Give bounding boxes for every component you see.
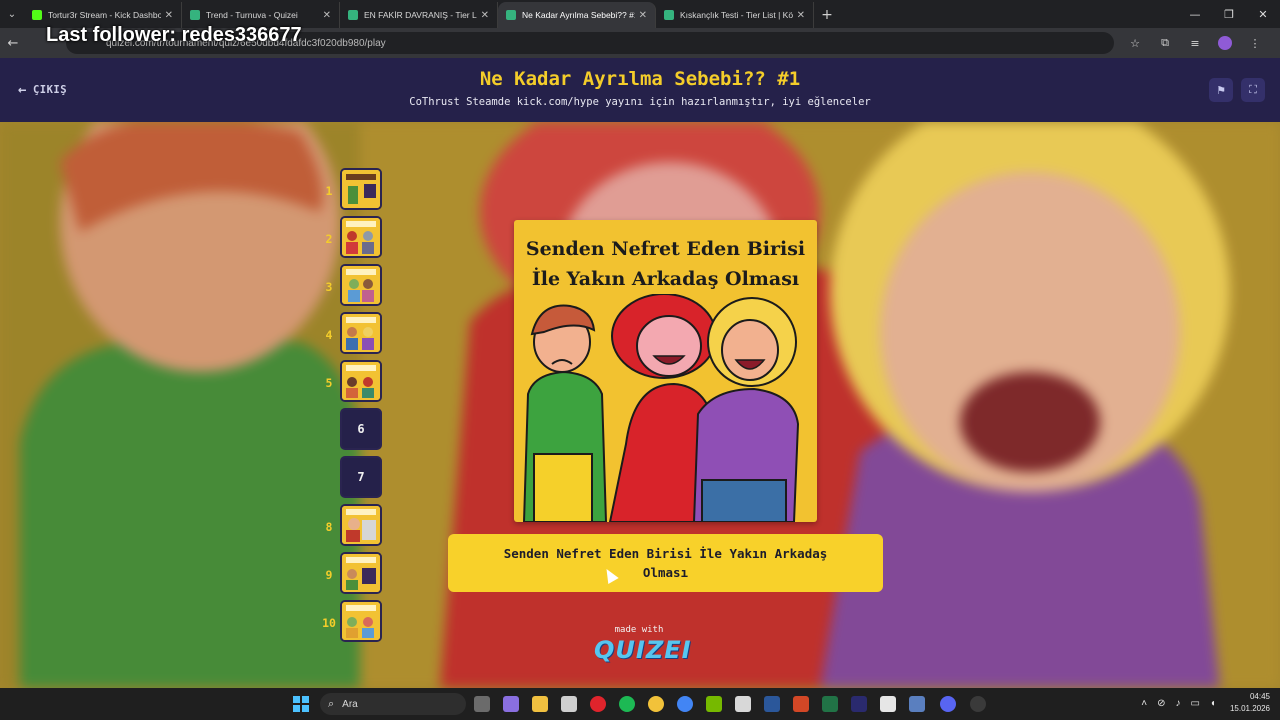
clock-date: 15.01.2026 — [1229, 704, 1270, 713]
quiz-page: ← ÇIKIŞ Ne Kadar Ayrılma Sebebi?? #1 CoT… — [0, 58, 1280, 688]
quizei-favicon-icon — [348, 10, 358, 20]
capcut-icon[interactable] — [880, 696, 896, 712]
spotify-icon[interactable] — [619, 696, 635, 712]
word-icon[interactable] — [764, 696, 780, 712]
discord-icon[interactable] — [940, 696, 956, 712]
display-icon[interactable]: ▭ — [1190, 698, 1199, 709]
chevron-up-icon[interactable]: ˄ — [1141, 698, 1147, 709]
volume-icon[interactable]: ◖ — [1210, 698, 1216, 709]
ladder-thumbnail[interactable] — [340, 168, 382, 210]
extensions-icon[interactable]: ⧉ — [1150, 31, 1180, 55]
search-placeholder: Ara — [342, 698, 358, 710]
app-icon[interactable] — [909, 696, 925, 712]
ladder-empty-slot[interactable]: 6 — [340, 408, 382, 450]
quizei-favicon-icon — [664, 10, 674, 20]
rank-number: 1 — [325, 184, 333, 198]
premiere-icon[interactable] — [851, 696, 867, 712]
card-image-title: Senden Nefret Eden Birisi İle Yakın Arka… — [525, 238, 806, 290]
close-icon[interactable]: ✕ — [323, 10, 331, 21]
close-icon[interactable]: ✕ — [797, 10, 805, 21]
quizei-favicon-icon — [190, 10, 200, 20]
fullscreen-button[interactable]: ⛶ — [1241, 78, 1265, 102]
browser-tab-4[interactable]: Kıskançlık Testi - Tier List | Kör ✕ — [656, 2, 814, 28]
rank-number: 8 — [325, 520, 333, 534]
kick-icon — [32, 10, 42, 20]
quiz-subtitle: CoThrust Steamde kick.com/hype yayını iç… — [409, 96, 871, 108]
opera-icon[interactable] — [590, 696, 606, 712]
close-icon[interactable]: ✕ — [481, 10, 489, 21]
taskbar-clock[interactable]: 04:45 15.01.2026 — [1230, 691, 1270, 715]
close-icon[interactable]: ✕ — [165, 10, 173, 21]
ladder-thumbnail[interactable] — [340, 600, 382, 642]
system-tray: ˄ ⊘ ♪ ▭ ◖ 04:45 15.01.2026 — [1141, 691, 1270, 715]
rank-number: 3 — [325, 280, 333, 294]
back-arrow-icon[interactable]: ← — [0, 30, 26, 56]
ladder-thumbnail[interactable] — [340, 552, 382, 594]
new-tab-button[interactable]: + — [814, 2, 840, 28]
question-card-image[interactable]: Senden Nefret Eden Birisi İle Yakın Arka… — [514, 220, 817, 522]
ladder-thumbnail[interactable] — [340, 312, 382, 354]
rank-number: 2 — [325, 232, 333, 246]
report-flag-button[interactable]: ⚑ — [1209, 78, 1233, 102]
tab-search-button[interactable]: ⌄ — [0, 0, 24, 28]
network-icon[interactable]: ⊘ — [1157, 698, 1165, 709]
tab-title: Trend - Turnuva - Quizei — [206, 10, 298, 20]
game-stage: 1 2 3 4 5 6 7 8 9 10 Senden Nefret Eden … — [0, 122, 1280, 688]
stream-follower-overlay: Last follower: redes336677 — [46, 24, 302, 46]
store-icon[interactable] — [561, 696, 577, 712]
chrome-profile-icon[interactable] — [677, 696, 693, 712]
tab-title: Ne Kadar Ayrılma Sebebi?? #1 — [522, 10, 635, 20]
ladder-thumbnail[interactable] — [340, 216, 382, 258]
close-icon[interactable]: ✕ — [639, 10, 647, 21]
made-with-label: made with — [614, 625, 664, 635]
taskbar-search[interactable]: ⌕ Ara — [320, 693, 466, 715]
clock-time: 04:45 — [1249, 692, 1270, 701]
minimize-icon[interactable]: — — [1178, 0, 1212, 28]
tab-title: Tortur3r Stream - Kick Dashboard — [48, 10, 161, 20]
microphone-icon[interactable]: ♪ — [1175, 698, 1180, 709]
ladder-thumbnail[interactable] — [340, 360, 382, 402]
windows-start-icon[interactable] — [293, 696, 309, 712]
app-icon[interactable] — [735, 696, 751, 712]
window-controls: — ❐ ✕ — [1178, 0, 1280, 28]
rank-number: 9 — [325, 568, 333, 582]
obs-icon[interactable] — [970, 696, 986, 712]
browser-tab-2[interactable]: EN FAKİR DAVRANIŞ - Tier List ✕ — [340, 2, 498, 28]
rank-number: 10 — [322, 616, 336, 630]
restore-icon[interactable]: ❐ — [1212, 0, 1246, 28]
profile-avatar[interactable] — [1210, 31, 1240, 55]
ladder-thumbnail[interactable] — [340, 504, 382, 546]
more-menu-icon[interactable]: ⋮ — [1240, 31, 1270, 55]
nvidia-icon[interactable] — [706, 696, 722, 712]
answer-option-button[interactable]: Senden Nefret Eden Birisi İle Yakın Arka… — [448, 534, 883, 592]
task-view-icon[interactable] — [474, 696, 490, 712]
media-controls-icon[interactable]: ≡ — [1180, 31, 1210, 55]
toolbar-actions: ☆ ⧉ ≡ ⋮ — [1120, 31, 1270, 55]
excel-icon[interactable] — [822, 696, 838, 712]
ladder-thumbnail[interactable] — [340, 264, 382, 306]
windows-taskbar: ⌕ Ara ˄ ⊘ ♪ ▭ ◖ 04:45 15.01.2026 — [0, 688, 1280, 720]
file-explorer-icon[interactable] — [532, 696, 548, 712]
tab-title: Kıskançlık Testi - Tier List | Kör — [680, 10, 793, 20]
close-window-icon[interactable]: ✕ — [1246, 0, 1280, 28]
browser-tab-3-active[interactable]: Ne Kadar Ayrılma Sebebi?? #1 ✕ — [498, 2, 656, 28]
rank-number: 5 — [325, 376, 333, 390]
quiz-title: Ne Kadar Ayrılma Sebebi?? #1 — [479, 68, 801, 90]
ladder-empty-slot[interactable]: 7 — [340, 456, 382, 498]
quizei-favicon-icon — [506, 10, 516, 20]
chrome-icon[interactable] — [648, 696, 664, 712]
tab-title: EN FAKİR DAVRANIŞ - Tier List — [364, 10, 477, 20]
powerpoint-icon[interactable] — [793, 696, 809, 712]
card-illustration — [522, 294, 800, 522]
bookmark-star-icon[interactable]: ☆ — [1120, 31, 1150, 55]
quiz-header: ← ÇIKIŞ Ne Kadar Ayrılma Sebebi?? #1 CoT… — [0, 58, 1280, 122]
rank-number: 4 — [325, 328, 333, 342]
search-icon: ⌕ — [328, 697, 335, 710]
quizei-logo[interactable]: QUIZEI — [594, 636, 691, 664]
copilot-icon[interactable] — [503, 696, 519, 712]
